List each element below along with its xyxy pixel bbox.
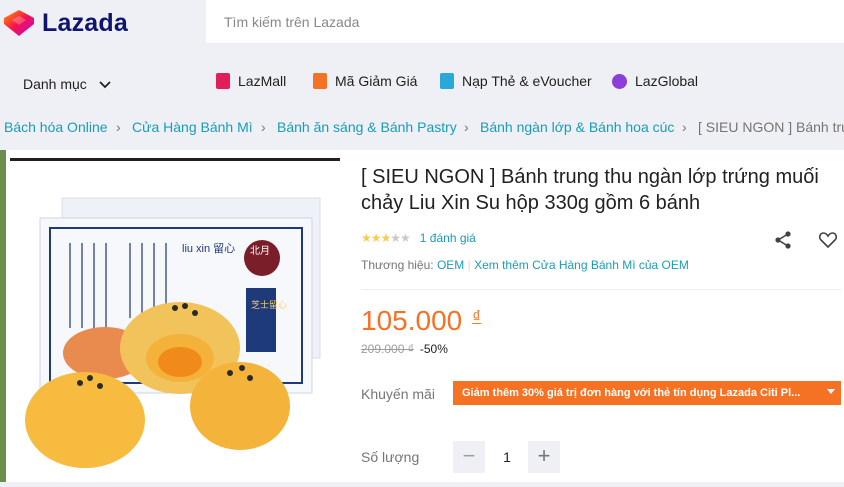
brand-row: Thương hiệu: OEM | Xem thêm Cửa Hàng Bán… bbox=[361, 258, 689, 272]
breadcrumb-chevron-icon: › bbox=[464, 119, 469, 135]
mooncake-photo: liu xin 留心 北月 芝士留心 bbox=[25, 197, 321, 468]
package-label: 芝士留心 bbox=[251, 299, 287, 311]
product-title: [ SIEU NGON ] Bánh trung thu ngàn lớp tr… bbox=[361, 166, 819, 214]
product-rating: ★★★★★ 1 đánh giá bbox=[361, 231, 476, 245]
nav-voucher[interactable]: Mã Giảm Giá bbox=[313, 73, 417, 89]
star-rating-icon: ★★★★★ bbox=[361, 231, 411, 245]
topup-icon bbox=[440, 73, 454, 89]
old-price: 209.000 ₫ bbox=[361, 342, 414, 356]
price-currency: ₫ bbox=[472, 307, 481, 326]
logo-text: Lazada bbox=[42, 8, 128, 37]
promo-label: Khuyến mãi bbox=[361, 386, 435, 402]
breadcrumb: Bách hóa Online › Cửa Hàng Bánh Mì › Bán… bbox=[0, 117, 844, 137]
discount-badge: -50% bbox=[419, 342, 448, 356]
divider bbox=[361, 289, 841, 290]
quantity-value[interactable]: 1 bbox=[490, 449, 524, 465]
brand-label: Thương hiệu: bbox=[361, 258, 434, 272]
search-input[interactable] bbox=[206, 0, 824, 43]
original-price: 209.000 ₫ -50% bbox=[361, 342, 448, 356]
category-label: Danh mục bbox=[23, 76, 87, 92]
price-value: 105.000 bbox=[361, 305, 463, 336]
breadcrumb-item[interactable]: Bánh ngàn lớp & Bánh hoa cúc bbox=[480, 119, 674, 135]
wishlist-heart-icon[interactable] bbox=[818, 230, 838, 250]
header: Lazada Danh mục LazMall Mã Giảm Giá Nạp … bbox=[0, 0, 844, 106]
lazglobal-icon bbox=[612, 73, 627, 89]
package-seal: 北月 bbox=[250, 245, 270, 257]
breadcrumb-chevron-icon: › bbox=[261, 119, 266, 135]
background-strip bbox=[0, 150, 6, 482]
gallery-divider bbox=[10, 158, 340, 161]
brand-link[interactable]: OEM bbox=[437, 258, 464, 272]
quantity-label: Số lượng bbox=[361, 449, 420, 465]
breadcrumb-item[interactable]: Bánh ăn sáng & Bánh Pastry bbox=[277, 119, 457, 135]
category-menu[interactable]: Danh mục bbox=[23, 76, 111, 92]
breadcrumb-chevron-icon: › bbox=[682, 119, 687, 135]
breadcrumb-current: [ SIEU NGON ] Bánh trung thu ngàn lớp tr… bbox=[698, 119, 844, 135]
rating-count[interactable]: 1 đánh giá bbox=[420, 231, 476, 245]
lazada-heart-icon bbox=[2, 8, 36, 38]
lazada-logo[interactable]: Lazada bbox=[2, 8, 128, 38]
price: 105.000 ₫ bbox=[361, 305, 481, 337]
quantity-plus-button[interactable]: + bbox=[528, 441, 560, 473]
store-link[interactable]: Xem thêm Cửa Hàng Bánh Mì của OEM bbox=[474, 258, 689, 272]
nav-lazglobal-label: LazGlobal bbox=[635, 73, 699, 89]
chevron-down-icon bbox=[99, 76, 111, 92]
voucher-icon bbox=[313, 73, 327, 89]
search-box[interactable] bbox=[206, 0, 844, 43]
breadcrumb-item[interactable]: Cửa Hàng Bánh Mì bbox=[132, 119, 253, 135]
nav-topup[interactable]: Nạp Thẻ & eVoucher bbox=[440, 73, 592, 89]
breadcrumb-chevron-icon: › bbox=[116, 119, 121, 135]
package-text: liu xin 留心 bbox=[182, 242, 235, 255]
nav-lazmall[interactable]: LazMall bbox=[216, 73, 286, 89]
nav-lazmall-label: LazMall bbox=[238, 73, 287, 89]
nav-lazglobal[interactable]: LazGlobal bbox=[612, 73, 698, 89]
lazmall-icon bbox=[216, 73, 230, 89]
share-icon[interactable] bbox=[773, 230, 793, 250]
nav-topup-label: Nạp Thẻ & eVoucher bbox=[462, 73, 592, 89]
promo-dropdown[interactable]: Giảm thêm 30% giá trị đơn hàng với thẻ t… bbox=[453, 381, 841, 405]
breadcrumb-item[interactable]: Bách hóa Online bbox=[4, 119, 108, 135]
quantity-minus-button[interactable]: − bbox=[453, 441, 485, 473]
product-image[interactable]: liu xin 留心 北月 芝士留心 bbox=[10, 158, 342, 482]
promo-text: Giảm thêm 30% giá trị đơn hàng với thẻ t… bbox=[462, 387, 801, 399]
nav-voucher-label: Mã Giảm Giá bbox=[335, 73, 418, 89]
dropdown-arrow-icon bbox=[827, 389, 835, 394]
